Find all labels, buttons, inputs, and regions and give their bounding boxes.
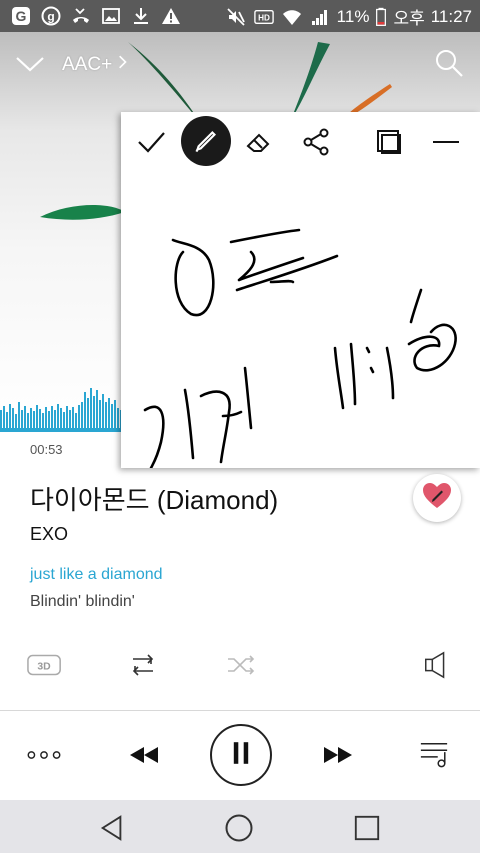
playlist-icon[interactable] — [414, 736, 454, 772]
waveform-visualizer — [0, 388, 130, 432]
warning-icon — [160, 5, 182, 27]
layers-icon[interactable] — [369, 122, 409, 162]
codec-label: AAC+ — [62, 54, 113, 75]
elapsed-time: 00:53 — [30, 442, 63, 457]
pen-icon[interactable] — [181, 116, 231, 166]
memo-toolbar — [121, 112, 480, 168]
lyric-next[interactable]: Blindin' blindin' — [30, 593, 135, 611]
clock-period: 오후 — [393, 9, 425, 28]
divider — [0, 710, 480, 711]
battery-percent: 11% — [336, 6, 370, 26]
download-icon — [130, 5, 152, 27]
options-row: 3D — [0, 645, 480, 685]
lyric-current[interactable]: just like a diamond — [30, 566, 163, 584]
glide-icon: g — [40, 5, 62, 27]
fast-forward-icon[interactable] — [318, 740, 358, 770]
top-bar: AAC+ — [0, 32, 480, 96]
clock-time: 11:27 — [430, 6, 472, 26]
shuffle-icon[interactable] — [222, 645, 260, 685]
playback-controls — [0, 718, 480, 794]
codec-button[interactable]: AAC+ — [62, 54, 128, 76]
speaker-icon[interactable] — [418, 645, 456, 685]
battery-icon — [375, 6, 387, 28]
handwriting-canvas[interactable] — [121, 172, 480, 468]
recents-icon[interactable] — [349, 810, 385, 846]
check-icon[interactable] — [131, 122, 171, 162]
artist-name[interactable]: EXO — [30, 524, 68, 545]
home-icon[interactable] — [221, 810, 257, 846]
svg-text:HD: HD — [258, 13, 270, 22]
missed-call-icon — [70, 5, 92, 27]
g-app-icon: G — [10, 5, 32, 27]
system-nav-bar — [0, 800, 480, 853]
search-icon[interactable] — [434, 48, 464, 78]
3d-label: 3D — [37, 661, 51, 672]
song-title: 다이아몬드 (Diamond) — [30, 485, 279, 515]
gallery-icon — [100, 5, 122, 27]
svg-text:g: g — [47, 10, 54, 24]
minimize-icon[interactable] — [426, 122, 466, 162]
wifi-icon — [281, 6, 303, 28]
chevron-right-icon — [118, 54, 128, 76]
memo-overlay[interactable] — [121, 112, 480, 468]
mute-icon — [225, 6, 247, 28]
svg-text:G: G — [16, 8, 27, 24]
hd-icon: HD — [253, 6, 275, 28]
eraser-icon[interactable] — [239, 122, 279, 162]
back-icon[interactable] — [94, 810, 130, 846]
signal-icon — [309, 6, 331, 28]
more-options-icon[interactable] — [24, 740, 64, 770]
rewind-icon[interactable] — [124, 740, 164, 770]
status-bar: G g HD 11% 오후 11:27 — [0, 0, 480, 32]
pause-icon — [232, 741, 250, 770]
pause-button[interactable] — [210, 724, 272, 786]
collapse-chevron-icon[interactable] — [14, 52, 46, 76]
favorite-button[interactable] — [413, 474, 461, 522]
heart-edit-icon — [422, 482, 452, 515]
share-icon[interactable] — [296, 122, 336, 162]
3d-effect-icon[interactable]: 3D — [26, 645, 64, 685]
repeat-icon[interactable] — [124, 645, 162, 685]
